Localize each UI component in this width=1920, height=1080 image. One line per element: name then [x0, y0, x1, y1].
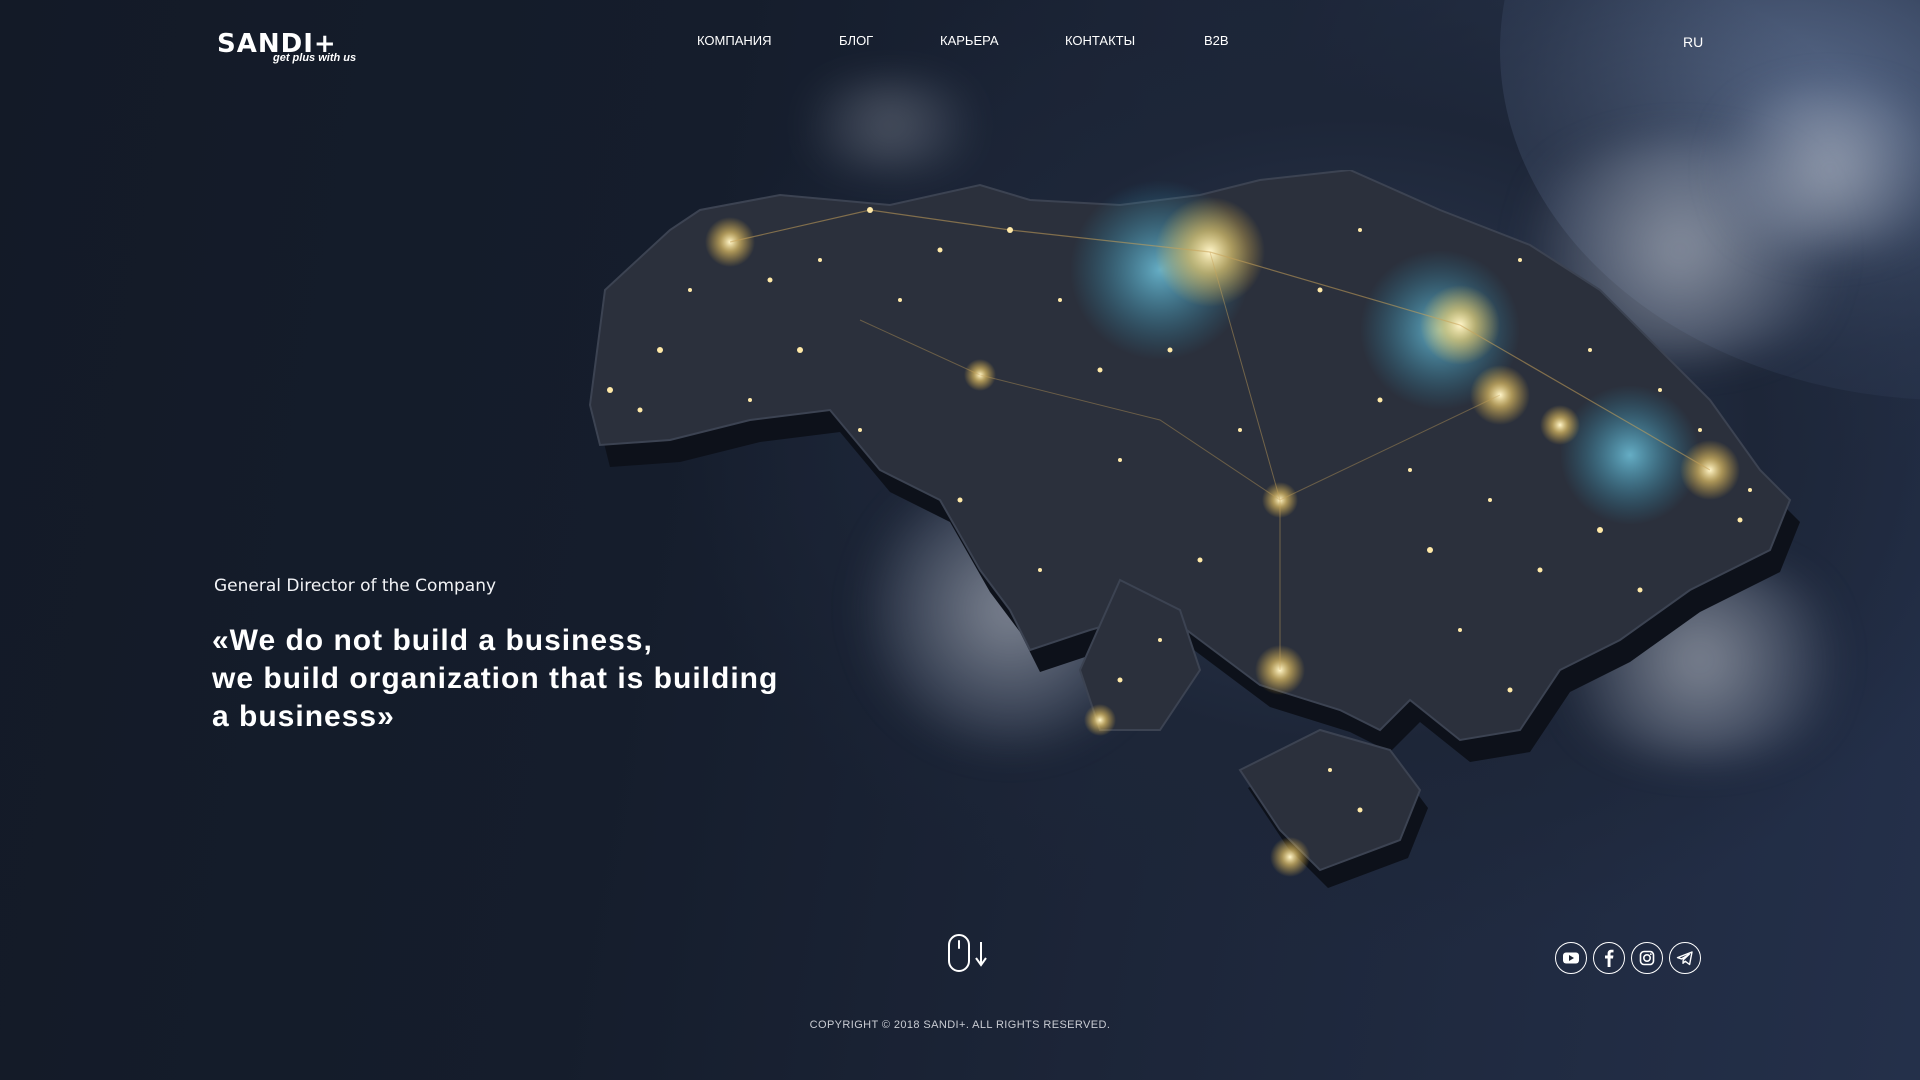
language-switcher[interactable]: RU — [1683, 34, 1703, 50]
night-map-ukraine — [560, 170, 1850, 890]
quote-author: General Director of the Company — [214, 576, 497, 596]
cloud — [780, 80, 1000, 170]
hero-quote: «We do not build a business, we build or… — [212, 622, 852, 736]
facebook-icon[interactable] — [1593, 942, 1625, 974]
nav-item-company[interactable]: КОМПАНИЯ — [697, 33, 772, 48]
nav-item-b2b[interactable]: B2B — [1204, 33, 1229, 48]
mouse-scroll-icon — [948, 934, 987, 972]
youtube-icon[interactable] — [1555, 942, 1587, 974]
nav-item-career[interactable]: КАРЬЕРА — [940, 33, 999, 48]
hero-section: SANDI+ get plus with us КОМПАНИЯ БЛОГ КА… — [0, 0, 1920, 1080]
copyright-text: COPYRIGHT © 2018 SANDI+. ALL RIGHTS RESE… — [809, 1019, 1111, 1031]
quote-line: a business» — [212, 700, 395, 733]
nav-item-blog[interactable]: БЛОГ — [839, 33, 873, 48]
instagram-icon[interactable] — [1631, 942, 1663, 974]
scroll-down-button[interactable] — [947, 934, 991, 974]
quote-line: «We do not build a business, — [212, 624, 653, 657]
logo-tagline: get plus with us — [273, 52, 357, 64]
telegram-icon[interactable] — [1669, 942, 1701, 974]
quote-line: we build organization that is building — [212, 662, 779, 695]
nav-item-contacts[interactable]: КОНТАКТЫ — [1065, 33, 1135, 48]
main-nav: КОМПАНИЯ БЛОГ КАРЬЕРА КОНТАКТЫ B2B — [0, 33, 1920, 53]
